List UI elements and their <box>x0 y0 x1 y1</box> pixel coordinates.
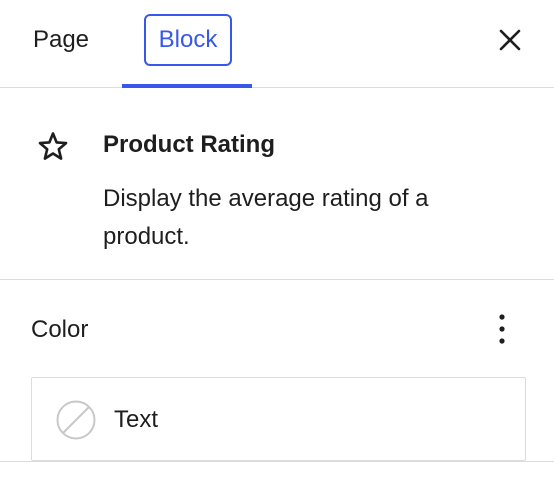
settings-sidebar: Page Block Product Rating Display the av… <box>0 0 554 492</box>
text-color-label: Text <box>114 406 159 433</box>
color-options-button[interactable] <box>484 308 520 350</box>
tab-block[interactable]: Block <box>144 14 232 66</box>
color-panel: Color Text <box>0 280 554 462</box>
close-button[interactable] <box>490 20 530 60</box>
star-outline-icon <box>38 132 68 160</box>
block-description: Display the average rating of a product. <box>103 185 429 250</box>
block-title: Product Rating <box>103 131 275 158</box>
color-panel-title: Color <box>31 316 89 343</box>
tab-page[interactable]: Page <box>18 14 104 66</box>
block-card: Product Rating Display the average ratin… <box>0 88 554 280</box>
more-vertical-icon <box>499 314 505 344</box>
no-color-swatch-icon <box>56 400 96 440</box>
close-icon <box>499 29 521 51</box>
sidebar-header: Page Block <box>0 0 554 88</box>
text-color-item[interactable]: Text <box>31 377 526 461</box>
